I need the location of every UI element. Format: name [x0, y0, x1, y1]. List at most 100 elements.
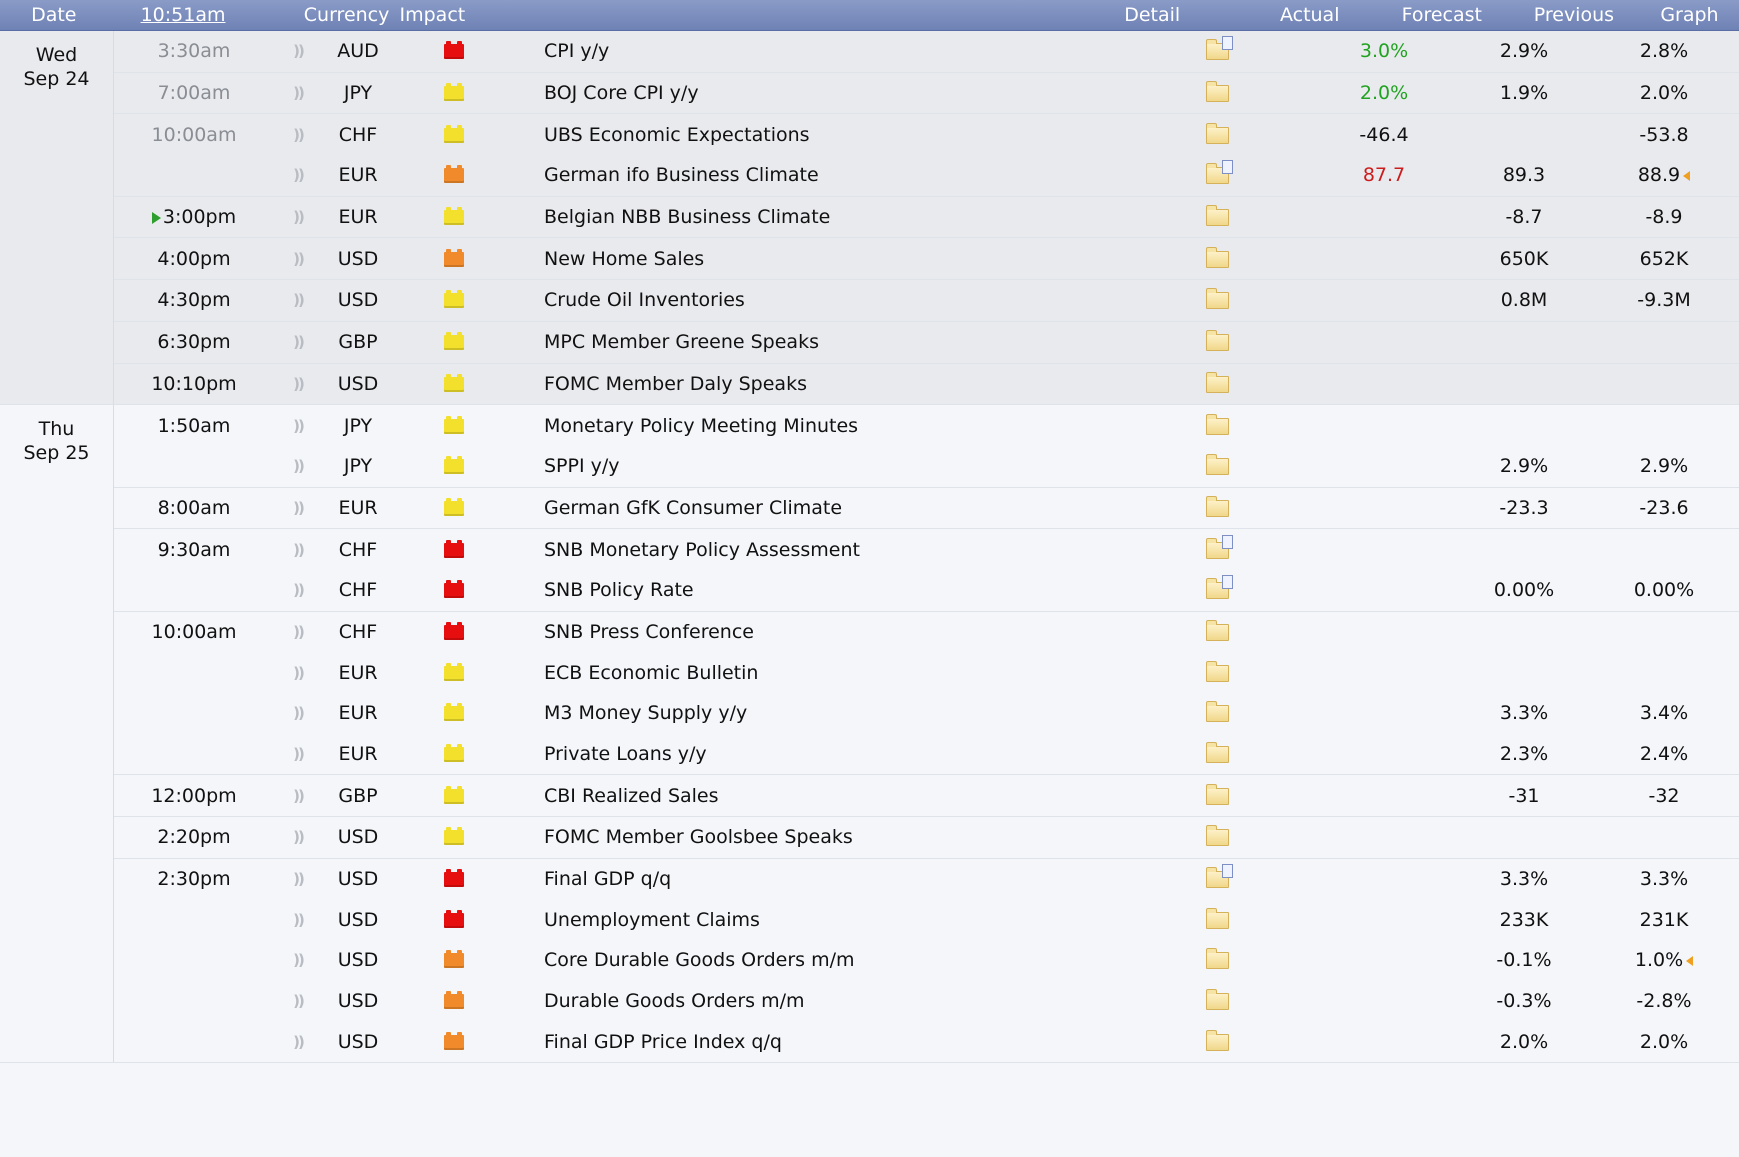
event-impact[interactable]	[394, 949, 514, 971]
event-graph[interactable]	[1734, 164, 1739, 186]
revision-arrow-icon[interactable]	[1686, 955, 1694, 966]
event-impact[interactable]	[394, 40, 514, 62]
event-graph[interactable]	[1734, 40, 1739, 62]
speaker-icon[interactable]: ))	[274, 166, 322, 184]
event-detail[interactable]	[1120, 783, 1314, 807]
speaker-icon[interactable]: ))	[274, 870, 322, 888]
event-detail[interactable]	[1120, 948, 1314, 971]
event-graph[interactable]	[1734, 702, 1739, 724]
event-impact[interactable]	[394, 373, 514, 395]
header-graph[interactable]: Graph	[1640, 4, 1739, 26]
event-detail[interactable]	[1120, 742, 1314, 765]
event-detail[interactable]	[1120, 619, 1314, 643]
header-previous[interactable]: Previous	[1508, 4, 1640, 26]
folder-icon[interactable]	[1205, 122, 1229, 144]
event-detail[interactable]	[1120, 660, 1314, 684]
event-title[interactable]: Final GDP Price Index q/q	[514, 1031, 1120, 1053]
event-graph[interactable]	[1734, 497, 1739, 519]
event-detail[interactable]	[1120, 36, 1314, 62]
event-graph[interactable]	[1734, 868, 1739, 890]
folder-icon[interactable]	[1205, 495, 1229, 517]
event-row[interactable]: )) USD Unemployment Claims 233K 231K	[114, 899, 1739, 940]
event-graph[interactable]	[1734, 909, 1739, 931]
event-title[interactable]: Durable Goods Orders m/m	[514, 990, 1120, 1012]
speaker-icon[interactable]: ))	[274, 704, 322, 722]
event-detail[interactable]	[1120, 534, 1314, 561]
folder-icon[interactable]	[1205, 246, 1229, 268]
speaker-icon[interactable]: ))	[274, 992, 322, 1010]
event-title[interactable]: Monetary Policy Meeting Minutes	[514, 415, 1120, 437]
speaker-icon[interactable]: ))	[274, 951, 322, 969]
header-forecast[interactable]: Forecast	[1376, 4, 1508, 26]
header-impact[interactable]: Impact	[376, 4, 489, 26]
event-row[interactable]: 2:30pm)) USD Final GDP q/q 3.3% 3.3%	[114, 857, 1739, 900]
event-row[interactable]: 4:30pm)) USD Crude Oil Inventories 0.8M -9.3…	[114, 279, 1739, 321]
event-row[interactable]: )) JPY SPPI y/y 2.9% 2.9%	[114, 446, 1739, 487]
header-detail[interactable]: Detail	[1061, 4, 1244, 26]
speaker-icon[interactable]: ))	[274, 42, 322, 60]
folder-icon[interactable]	[1205, 948, 1229, 970]
speaker-icon[interactable]: ))	[274, 745, 322, 763]
event-title[interactable]: Belgian NBB Business Climate	[514, 206, 1120, 228]
speaker-icon[interactable]: ))	[274, 417, 322, 435]
event-impact[interactable]	[394, 124, 514, 146]
event-title[interactable]: UBS Economic Expectations	[514, 124, 1120, 146]
revision-arrow-icon[interactable]	[1683, 170, 1691, 181]
event-detail[interactable]	[1120, 701, 1314, 724]
event-graph[interactable]	[1734, 82, 1739, 104]
folder-icon[interactable]	[1205, 825, 1229, 847]
speaker-icon[interactable]: ))	[274, 911, 322, 929]
speaker-icon[interactable]: ))	[274, 664, 322, 682]
event-row[interactable]: 3:00pm)) EUR Belgian NBB Business Climate -…	[114, 195, 1739, 238]
event-impact[interactable]	[394, 909, 514, 931]
event-detail[interactable]	[1120, 371, 1314, 395]
event-title[interactable]: Crude Oil Inventories	[514, 289, 1120, 311]
speaker-icon[interactable]: ))	[274, 84, 322, 102]
event-title[interactable]: FOMC Member Daly Speaks	[514, 373, 1120, 395]
event-detail[interactable]	[1120, 454, 1314, 477]
folder-document-icon[interactable]	[1205, 864, 1233, 889]
event-row[interactable]: 12:00pm)) GBP CBI Realized Sales -31 -32	[114, 774, 1739, 816]
event-impact[interactable]	[394, 1031, 514, 1053]
speaker-icon[interactable]: ))	[274, 787, 322, 805]
folder-icon[interactable]	[1205, 81, 1229, 103]
event-impact[interactable]	[394, 868, 514, 890]
event-row[interactable]: )) EUR M3 Money Supply y/y 3.3% 3.4%	[114, 693, 1739, 734]
event-impact[interactable]	[394, 331, 514, 353]
event-row[interactable]: 2:20pm)) USD FOMC Member Goolsbee Speaks	[114, 816, 1739, 858]
event-impact[interactable]	[394, 415, 514, 437]
event-impact[interactable]	[394, 990, 514, 1012]
event-title[interactable]: MPC Member Greene Speaks	[514, 331, 1120, 353]
header-actual[interactable]: Actual	[1244, 4, 1376, 26]
event-row[interactable]: 10:10pm)) USD FOMC Member Daly Speaks	[114, 362, 1739, 405]
event-row[interactable]: 7:00am)) JPY BOJ Core CPI y/y 2.0% 1.9% 2.0%	[114, 71, 1739, 114]
event-title[interactable]: CPI y/y	[514, 40, 1120, 62]
event-title[interactable]: SPPI y/y	[514, 455, 1120, 477]
event-row[interactable]: 1:50am)) JPY Monetary Policy Meeting Minut…	[114, 405, 1739, 446]
event-detail[interactable]	[1120, 989, 1314, 1012]
event-impact[interactable]	[394, 621, 514, 643]
folder-icon[interactable]	[1205, 989, 1229, 1011]
event-graph[interactable]	[1734, 455, 1739, 477]
event-graph[interactable]	[1734, 206, 1739, 228]
event-title[interactable]: Final GDP q/q	[514, 868, 1120, 890]
event-impact[interactable]	[394, 579, 514, 601]
folder-icon[interactable]	[1205, 660, 1229, 682]
folder-icon[interactable]	[1205, 619, 1229, 641]
event-impact[interactable]	[394, 455, 514, 477]
event-row[interactable]: 8:00am)) EUR German GfK Consumer Climate -2…	[114, 486, 1739, 529]
event-detail[interactable]	[1120, 246, 1314, 270]
event-detail[interactable]	[1120, 160, 1314, 186]
header-currency[interactable]: Currency	[304, 4, 390, 26]
event-row[interactable]: 10:00am)) CHF SNB Press Conference	[114, 610, 1739, 653]
speaker-icon[interactable]: ))	[274, 375, 322, 393]
event-graph[interactable]	[1734, 248, 1739, 270]
speaker-icon[interactable]: ))	[274, 291, 322, 309]
event-detail[interactable]	[1120, 864, 1314, 890]
folder-icon[interactable]	[1205, 783, 1229, 805]
event-row[interactable]: )) USD Core Durable Goods Orders m/m -0.1% 1…	[114, 940, 1739, 981]
event-detail[interactable]	[1120, 205, 1314, 228]
event-impact[interactable]	[394, 497, 514, 519]
event-detail[interactable]	[1120, 413, 1314, 437]
event-title[interactable]: M3 Money Supply y/y	[514, 702, 1120, 724]
